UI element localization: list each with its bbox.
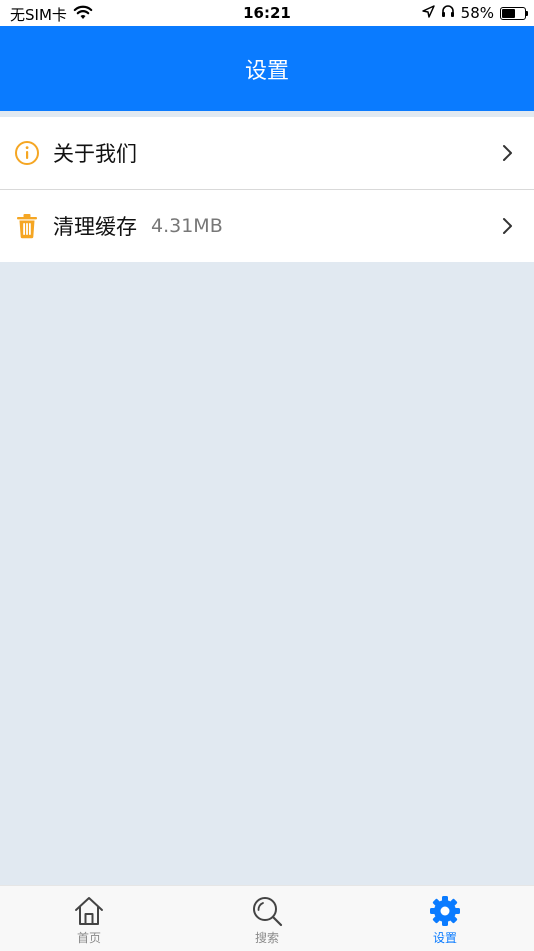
trash-icon	[13, 212, 41, 240]
battery-percent: 58%	[460, 4, 494, 22]
headphones-icon	[441, 4, 455, 22]
cache-size: 4.31MB	[151, 215, 223, 237]
nav-header: 设置	[0, 26, 534, 111]
tab-home[interactable]: 首页	[39, 894, 139, 946]
gear-icon	[428, 894, 462, 928]
settings-item-about[interactable]: 关于我们	[0, 117, 534, 189]
home-icon	[72, 894, 106, 928]
battery-icon	[500, 6, 528, 20]
info-icon	[13, 139, 41, 167]
tab-search[interactable]: 搜索	[217, 894, 317, 946]
settings-item-label: 关于我们	[53, 142, 137, 166]
page-title: 设置	[244, 58, 289, 84]
settings-list: 关于我们 清理缓存 4.31MB	[0, 117, 534, 262]
status-right: 58%	[421, 4, 528, 22]
chevron-right-icon	[500, 144, 514, 162]
tab-label: 首页	[76, 931, 101, 945]
chevron-right-icon	[500, 217, 514, 235]
tab-settings[interactable]: 设置	[395, 894, 495, 946]
location-icon	[421, 4, 435, 22]
settings-item-label: 清理缓存	[53, 215, 137, 239]
tab-label: 搜索	[254, 931, 279, 945]
battery-level	[502, 8, 515, 18]
settings-item-clear-cache[interactable]: 清理缓存 4.31MB	[0, 189, 534, 262]
tab-bar: 首页 搜索 设置	[0, 885, 534, 951]
status-bar: 无SIM卡 16:21 58%	[0, 0, 534, 26]
tab-label: 设置	[432, 931, 457, 945]
search-icon	[250, 894, 284, 928]
